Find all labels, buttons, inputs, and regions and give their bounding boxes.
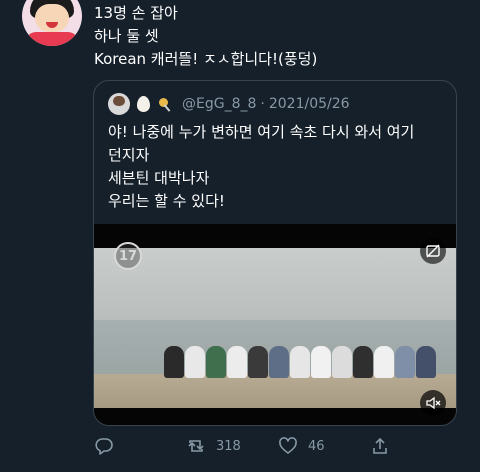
retweet-button[interactable]: 318 [186,434,241,458]
tweet-line: Korean 캐러뜰! ㅈㅅ합니다!(풍덩) [94,50,318,68]
quoted-handle[interactable]: @EgG_8_8 [182,96,256,112]
video-player[interactable]: 17 [94,224,456,425]
like-button[interactable]: 46 [278,434,325,458]
spoon-icon [156,95,174,113]
mute-icon[interactable] [420,390,446,416]
tweet-body: 13명 손 잡아 하나 둘 셋 Korean 캐러뜰! ㅈㅅ합니다!(풍덩) [94,2,464,71]
tweet-line: 하나 둘 셋 [94,27,159,45]
quoted-line: 던지자 [108,146,150,164]
reply-icon [95,438,113,455]
quoted-tweet-body: 야! 나중에 누가 변하면 여기 속초 다시 와서 여기 던지자 세븐틴 대박나… [108,121,448,213]
quoted-avatar[interactable] [108,93,130,115]
share-icon [373,437,387,454]
separator: · [260,96,265,112]
retweet-count: 318 [216,438,241,454]
tweet-line: 13명 손 잡아 [94,4,178,22]
heart-icon [279,437,297,454]
share-button[interactable] [370,434,390,458]
quoted-line: 야! 나중에 누가 변하면 여기 속초 다시 와서 여기 [108,123,415,141]
quoted-date[interactable]: 2021/05/26 [269,96,350,112]
tweet-actions: 318 46 [94,434,394,458]
video-settings-icon[interactable] [420,238,446,264]
quoted-tweet-header: @EgG_8_8 · 2021/05/26 [108,93,350,115]
reply-button[interactable] [94,434,124,458]
video-sky [94,248,456,320]
seventeen-logo: 17 [114,242,142,270]
retweet-icon [188,440,204,452]
egg-icon [134,95,152,113]
profile-avatar[interactable] [22,0,82,46]
like-count: 46 [308,438,325,454]
quoted-tweet[interactable]: @EgG_8_8 · 2021/05/26 야! 나중에 누가 변하면 여기 속… [93,80,457,426]
quoted-line: 세븐틴 대박나자 [108,169,210,187]
video-people [164,346,436,380]
quoted-line: 우리는 할 수 있다! [108,192,225,210]
